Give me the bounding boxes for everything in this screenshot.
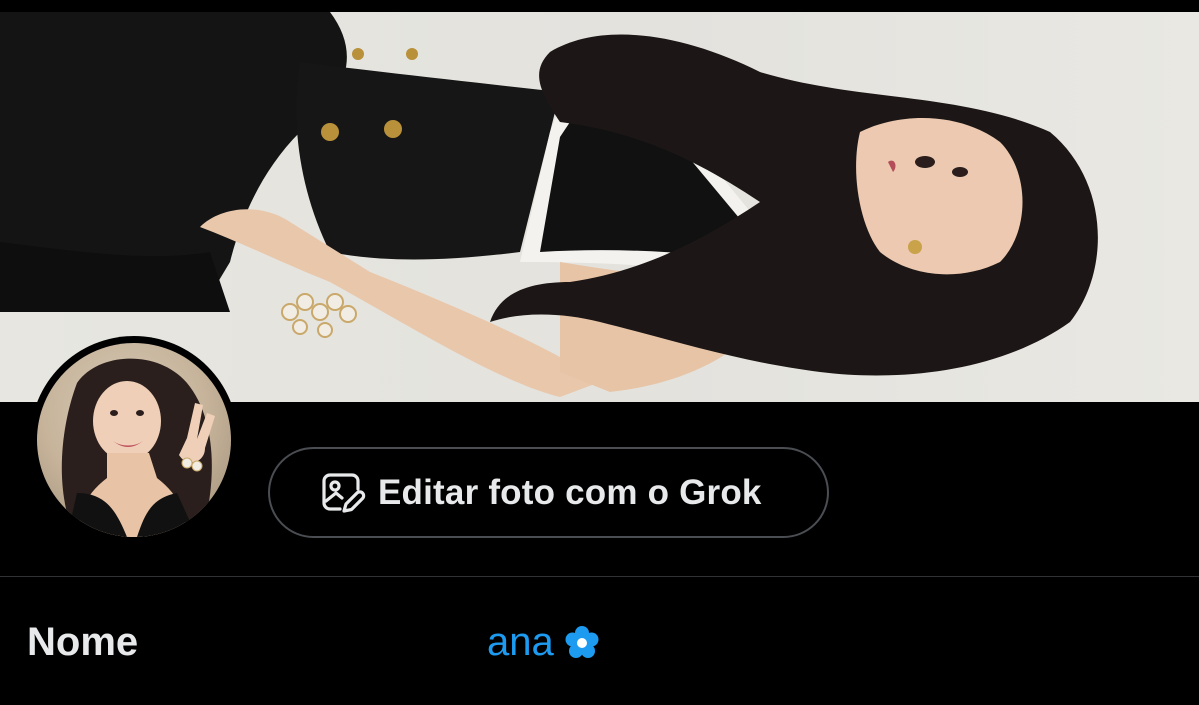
avatar-photo bbox=[37, 343, 231, 537]
name-field[interactable]: ana bbox=[487, 620, 600, 665]
edit-photo-label: Editar foto com o Grok bbox=[378, 472, 762, 512]
edit-photo-with-grok-button[interactable]: Editar foto com o Grok bbox=[268, 447, 829, 538]
name-field-value: ana bbox=[487, 620, 554, 664]
section-divider bbox=[0, 576, 1199, 577]
name-field-label: Nome bbox=[27, 620, 139, 664]
edit-profile-screen: Editar foto com o Grok Nome ana bbox=[0, 0, 1199, 705]
image-edit-icon bbox=[318, 469, 366, 517]
flower-icon bbox=[564, 625, 600, 661]
avatar[interactable] bbox=[30, 336, 238, 544]
